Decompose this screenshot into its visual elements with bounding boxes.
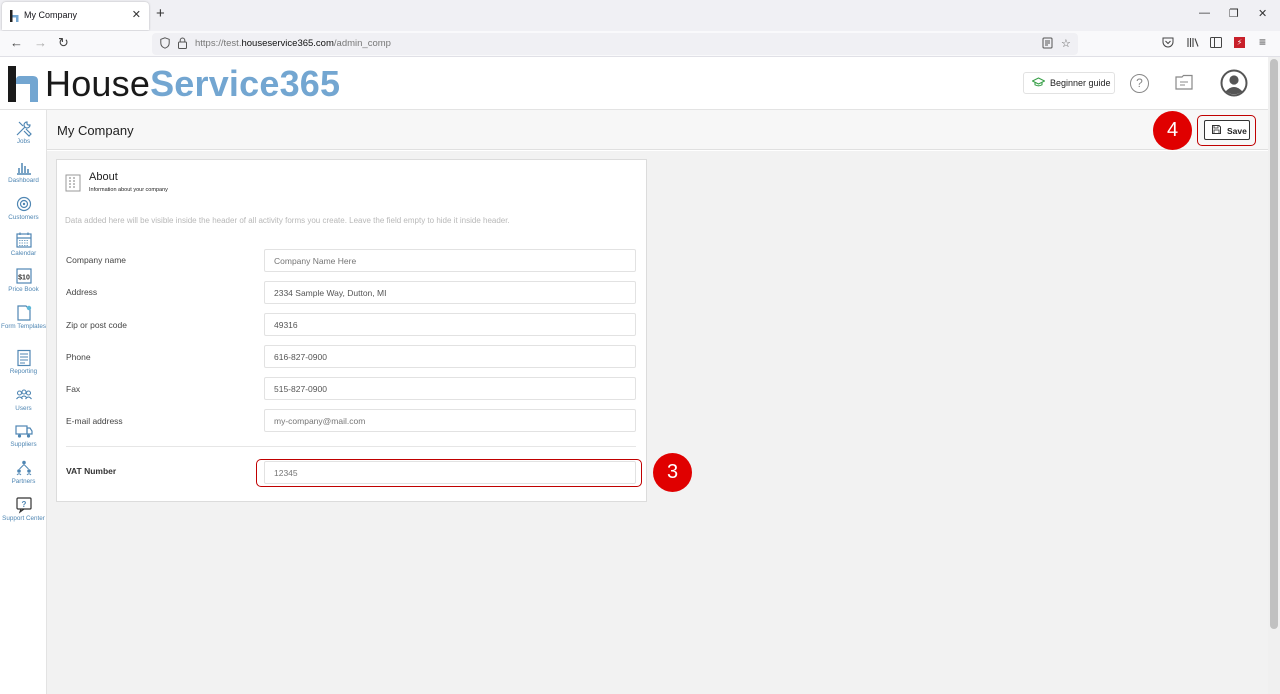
sidebar-toggle-icon[interactable] [1210,37,1222,48]
vat-number-input[interactable] [264,461,636,484]
sidebar-item-customers[interactable]: Customers [0,195,47,222]
reader-mode-icon[interactable] [1042,37,1053,49]
bookmark-star-icon[interactable]: ☆ [1061,37,1071,50]
restore-icon[interactable]: ❐ [1229,7,1239,20]
step-3-badge: 3 [653,453,692,492]
save-button[interactable]: Save [1204,120,1250,140]
houseservice-logo-icon[interactable] [6,64,40,104]
company-name-input[interactable] [264,249,636,272]
report-icon [16,349,31,367]
card-subtitle: Information about your company [89,187,168,193]
about-card: About Information about your company Dat… [56,159,647,502]
beginner-guide-label: Beginner guide [1050,78,1111,88]
sidebar-item-reporting[interactable]: Reporting [0,349,47,376]
sidebar-item-calendar[interactable]: Calendar [0,231,47,258]
phone-input[interactable] [264,345,636,368]
page-header: My Company Save [47,110,1268,150]
reload-icon[interactable]: ↻ [58,36,69,50]
sidebar-item-suppliers[interactable]: Suppliers [0,422,47,449]
page-title: My Company [57,123,134,138]
company-name-label: Company name [66,255,127,265]
form-template-icon [16,305,31,321]
email-input[interactable] [264,409,636,432]
sidebar-item-jobs[interactable]: Jobs [0,119,47,146]
browser-tab-bar: My Company ✕ + — ❐ ✕ [0,0,1280,31]
back-icon[interactable]: ← [10,36,23,50]
address-bar[interactable]: https://test.houseservice365.com/admin_c… [152,33,1078,55]
section-divider [66,446,636,447]
documents-folder-icon[interactable] [1175,74,1193,90]
tools-icon [16,121,32,137]
users-icon [15,389,32,400]
bar-chart-icon [16,163,31,175]
pocket-icon[interactable] [1162,37,1174,48]
partners-network-icon [16,460,31,476]
support-question-icon: ? [15,497,32,514]
floppy-disk-icon [1212,125,1221,134]
zip-label: Zip or post code [66,320,127,330]
address-input[interactable] [264,281,636,304]
logo-wordmark[interactable]: HouseService365 [45,64,340,104]
email-label: E-mail address [66,416,123,426]
vat-number-label: VAT Number [66,466,117,476]
houseservice-favicon-icon [10,10,19,22]
scrollbar-thumb[interactable] [1270,59,1278,629]
tab-close-icon[interactable]: ✕ [132,8,141,21]
minimize-icon[interactable]: — [1199,7,1210,19]
url-text[interactable]: https://test.houseservice365.com/admin_c… [195,38,391,49]
shield-icon[interactable] [160,37,170,49]
phone-label: Phone [66,352,91,362]
help-icon[interactable]: ? [1130,74,1149,93]
sidebar-item-price-book[interactable]: $10 Price Book [0,267,47,294]
menu-icon[interactable]: ≡ [1259,35,1266,49]
sidebar-item-users[interactable]: Users [0,386,47,413]
new-tab-icon[interactable]: + [156,6,165,22]
zip-input[interactable] [264,313,636,336]
step-4-badge: 4 [1153,111,1192,150]
window-close-icon[interactable]: ✕ [1258,7,1267,20]
sidebar-item-form-templates[interactable]: Form Templates [0,304,47,331]
card-help-note: Data added here will be visible inside t… [65,216,510,225]
price-tag-icon: $10 [15,268,32,284]
browser-tab[interactable]: My Company ✕ [2,2,149,30]
library-icon[interactable] [1187,37,1199,48]
graduation-cap-icon [1032,77,1045,87]
truck-icon [14,425,33,438]
building-icon [65,174,81,192]
address-label: Address [66,287,98,297]
lock-icon[interactable] [178,37,187,49]
svg-text:?: ? [21,500,26,509]
sidebar-item-support-center[interactable]: ? Support Center [0,496,47,523]
fax-label: Fax [66,384,81,394]
extension-icon[interactable]: ⚡ [1234,37,1245,48]
sidebar-item-dashboard[interactable]: Dashboard [0,158,47,185]
browser-nav-bar: ← → ↻ https://test.houseservice365.com/a… [0,31,1280,57]
app-header: HouseService365 Beginner guide ? [0,57,1268,110]
save-button-label: Save [1227,126,1247,136]
card-title: About [89,171,118,183]
calendar-icon [15,232,32,248]
sidebar-nav: Jobs Dashboard Customers Calendar $10 Pr… [0,110,47,694]
svg-text:$10: $10 [18,275,30,282]
forward-icon[interactable]: → [34,36,47,50]
fax-input[interactable] [264,377,636,400]
tab-title: My Company [24,10,78,20]
beginner-guide-button[interactable]: Beginner guide [1023,72,1115,94]
target-icon [16,196,31,212]
user-avatar-icon[interactable] [1220,69,1248,97]
sidebar-item-partners[interactable]: Partners [0,459,47,486]
